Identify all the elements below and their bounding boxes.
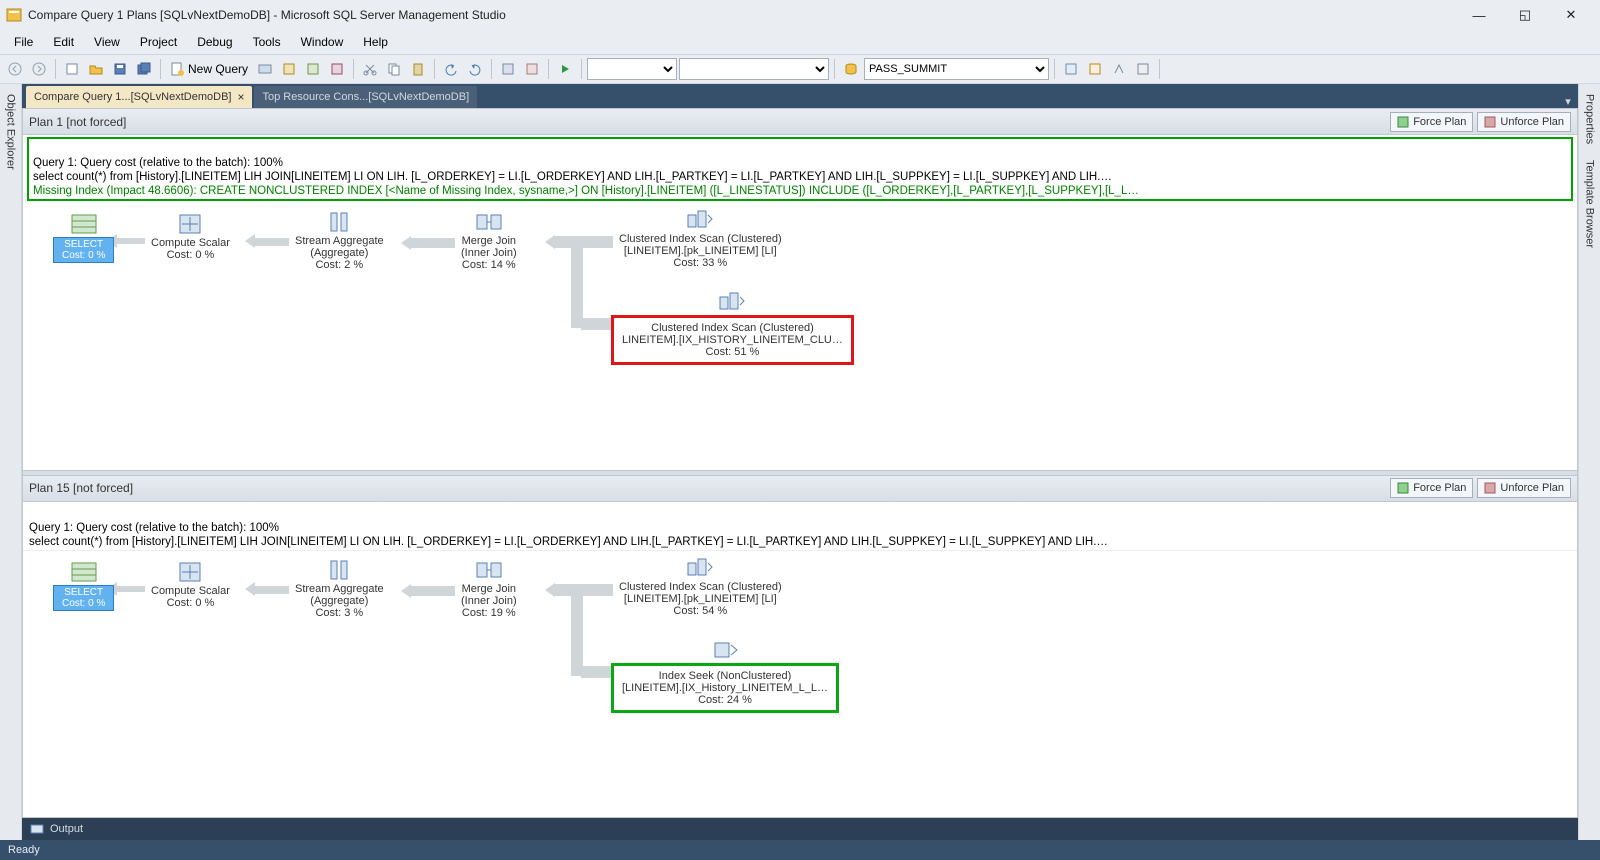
- plan2-select-node[interactable]: SELECTCost: 0 %: [53, 561, 114, 611]
- plan1-force-button[interactable]: Force Plan: [1390, 112, 1473, 132]
- maximize-button[interactable]: ◱: [1502, 0, 1548, 30]
- properties-tab[interactable]: Properties: [1582, 90, 1598, 148]
- plan1-title: Plan 1 [not forced]: [29, 115, 1386, 129]
- tab-overflow-icon[interactable]: ▾: [1558, 95, 1578, 108]
- nav-fwd-icon[interactable]: [28, 58, 50, 80]
- menu-file[interactable]: File: [4, 33, 43, 51]
- plan1-q1: Query 1: Query cost (relative to the bat…: [33, 157, 283, 169]
- plan1-merge-join-node[interactable]: Merge Join(Inner Join)Cost: 14 %: [461, 211, 517, 271]
- plan2-header: Plan 15 [not forced] Force Plan Unforce …: [23, 476, 1577, 502]
- plan2-merge-join-node[interactable]: Merge Join(Inner Join)Cost: 19 %: [461, 559, 517, 619]
- menu-debug[interactable]: Debug: [187, 33, 242, 51]
- tb-icon-5[interactable]: [497, 58, 519, 80]
- plan2-query-block: Query 1: Query cost (relative to the bat…: [23, 502, 1577, 551]
- new-query-label: New Query: [188, 62, 248, 76]
- plan2-clustered-scan-node[interactable]: Clustered Index Scan (Clustered)[LINEITE…: [619, 557, 782, 617]
- menu-help[interactable]: Help: [353, 33, 398, 51]
- database-combo[interactable]: PASS_SUMMIT: [864, 58, 1049, 80]
- tab-top-resource-label: Top Resource Cons...[SQLvNextDemoDB]: [262, 91, 469, 103]
- plan2-q2: select count(*) from [History].[LINEITEM…: [29, 536, 1108, 548]
- tab-compare-query[interactable]: Compare Query 1...[SQLvNextDemoDB] ×: [26, 86, 252, 108]
- plan1-q3: Missing Index (Impact 48.6606): CREATE N…: [33, 185, 1139, 197]
- target-combo[interactable]: [679, 58, 829, 80]
- open-icon[interactable]: [85, 58, 107, 80]
- plan1-unforce-button[interactable]: Unforce Plan: [1477, 112, 1571, 132]
- menu-project[interactable]: Project: [130, 33, 187, 51]
- new-project-icon[interactable]: [61, 58, 83, 80]
- tb-icon-2[interactable]: [278, 58, 300, 80]
- object-explorer-tab[interactable]: Object Explorer: [3, 90, 19, 174]
- app-icon: [6, 7, 22, 23]
- plan2-canvas[interactable]: SELECTCost: 0 % Compute ScalarCost: 0 % …: [23, 551, 1577, 818]
- tb-icon-9[interactable]: [1108, 58, 1130, 80]
- plan1-clustered-scan-top-node[interactable]: Clustered Index Scan (Clustered)[LINEITE…: [619, 209, 782, 269]
- menu-edit[interactable]: Edit: [43, 33, 84, 51]
- save-all-icon[interactable]: [133, 58, 155, 80]
- left-sidebar: Object Explorer: [0, 84, 22, 840]
- right-sidebar: Properties Template Browser: [1578, 84, 1600, 840]
- tab-compare-label: Compare Query 1...[SQLvNextDemoDB]: [34, 91, 231, 103]
- tb-icon-3[interactable]: [302, 58, 324, 80]
- plan1-q2: select count(*) from [History].[LINEITEM…: [33, 171, 1112, 183]
- new-query-button[interactable]: New Query: [166, 58, 252, 80]
- menu-bar: File Edit View Project Debug Tools Windo…: [0, 30, 1600, 54]
- plan1-query-block: Query 1: Query cost (relative to the bat…: [27, 137, 1573, 201]
- plan2-force-button[interactable]: Force Plan: [1390, 478, 1473, 498]
- nav-back-icon[interactable]: [4, 58, 26, 80]
- tb-icon-10[interactable]: [1132, 58, 1154, 80]
- menu-window[interactable]: Window: [291, 33, 354, 51]
- tb-icon-7[interactable]: [1060, 58, 1082, 80]
- close-button[interactable]: ✕: [1548, 0, 1594, 30]
- undo-icon[interactable]: [440, 58, 462, 80]
- run-icon[interactable]: [554, 58, 576, 80]
- toolbar: New Query PASS_SUMMIT: [0, 54, 1600, 84]
- window-title: Compare Query 1 Plans [SQLvNextDemoDB] -…: [28, 8, 1456, 22]
- tab-close-icon[interactable]: ×: [237, 90, 244, 104]
- plan2-unforce-button[interactable]: Unforce Plan: [1477, 478, 1571, 498]
- document-tabs: Compare Query 1...[SQLvNextDemoDB] × Top…: [22, 84, 1578, 108]
- tb-icon-1[interactable]: [254, 58, 276, 80]
- plan2-q1: Query 1: Query cost (relative to the bat…: [29, 522, 279, 534]
- redo-icon[interactable]: [464, 58, 486, 80]
- plan2-title: Plan 15 [not forced]: [29, 481, 1386, 495]
- copy-icon[interactable]: [383, 58, 405, 80]
- config-combo[interactable]: [587, 58, 677, 80]
- plan1-stream-aggregate-node[interactable]: Stream Aggregate(Aggregate)Cost: 2 %: [295, 211, 384, 271]
- status-bar: Ready: [0, 840, 1600, 860]
- title-bar: Compare Query 1 Plans [SQLvNextDemoDB] -…: [0, 0, 1600, 30]
- plan2-compute-scalar-node[interactable]: Compute ScalarCost: 0 %: [151, 561, 230, 609]
- plan1-clustered-scan-bottom-node[interactable]: Clustered Index Scan (Clustered)LINEITEM…: [611, 291, 854, 365]
- cut-icon[interactable]: [359, 58, 381, 80]
- menu-view[interactable]: View: [84, 33, 130, 51]
- plan1-select-node[interactable]: SELECTCost: 0 %: [53, 213, 114, 263]
- minimize-button[interactable]: —: [1456, 0, 1502, 30]
- plan2-stream-aggregate-node[interactable]: Stream Aggregate(Aggregate)Cost: 3 %: [295, 559, 384, 619]
- status-text: Ready: [8, 844, 40, 856]
- plan1-header: Plan 1 [not forced] Force Plan Unforce P…: [23, 109, 1577, 135]
- template-browser-tab[interactable]: Template Browser: [1582, 156, 1598, 252]
- tab-top-resource[interactable]: Top Resource Cons...[SQLvNextDemoDB]: [254, 86, 477, 108]
- tb-icon-8[interactable]: [1084, 58, 1106, 80]
- save-icon[interactable]: [109, 58, 131, 80]
- plan2-index-seek-node[interactable]: Index Seek (NonClustered)[LINEITEM].[IX_…: [611, 639, 839, 713]
- plan1-canvas[interactable]: SELECTCost: 0 % Compute ScalarCost: 0 % …: [23, 203, 1577, 470]
- paste-icon[interactable]: [407, 58, 429, 80]
- db-icon: [840, 58, 862, 80]
- output-label: Output: [50, 823, 83, 835]
- tb-icon-6[interactable]: [521, 58, 543, 80]
- menu-tools[interactable]: Tools: [243, 33, 291, 51]
- output-icon: [30, 822, 44, 836]
- output-panel-header[interactable]: Output: [22, 818, 1578, 840]
- plan1-compute-scalar-node[interactable]: Compute ScalarCost: 0 %: [151, 213, 230, 261]
- tb-icon-4[interactable]: [326, 58, 348, 80]
